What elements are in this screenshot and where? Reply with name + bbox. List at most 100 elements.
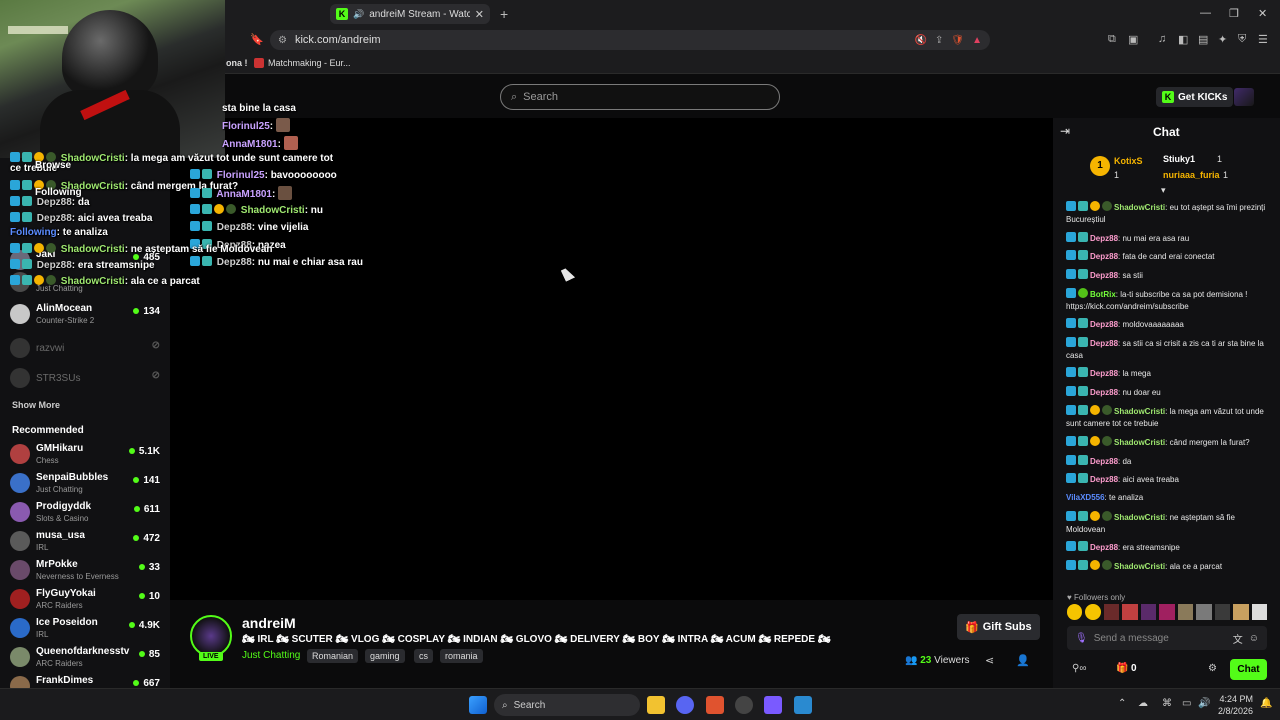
bookmark-icon[interactable]: 🔖 (250, 33, 264, 46)
sidebar-item-prodigyddk[interactable]: Prodigyddk Slots & Casino 611 (10, 500, 160, 526)
mute-site-icon[interactable]: 🔇 (915, 35, 927, 46)
emote-icon[interactable] (1159, 604, 1175, 620)
expand-gifters-icon[interactable]: ▾ (1161, 185, 1166, 196)
rewards-icon[interactable]: ▲ (972, 35, 982, 46)
sidebar-item-frankdimes[interactable]: FrankDimes 667 (10, 674, 160, 688)
discord-icon[interactable] (676, 696, 694, 714)
chat-username[interactable]: ShadowCristi (1114, 203, 1165, 212)
tag-romanian[interactable]: Romanian (307, 649, 359, 663)
system-clock[interactable]: 4:24 PM 2/8/2026 (1218, 693, 1253, 717)
chat-username[interactable]: Depz88 (1090, 457, 1118, 466)
sidebar-toggle-icon[interactable]: ◧ (1178, 33, 1188, 46)
chat-settings-icon[interactable]: ⚙ (1208, 663, 1217, 674)
bookmark-partial[interactable]: ona ! (226, 58, 248, 68)
menu-icon[interactable]: ☰ (1258, 33, 1268, 46)
translate-icon[interactable]: 文 (1233, 631, 1243, 646)
sidebar-item-senpaibubbles[interactable]: SenpaiBubbles Just Chatting 141 (10, 471, 160, 497)
chat-username[interactable]: BotRix (1090, 290, 1116, 299)
brave-browser-icon[interactable] (706, 696, 724, 714)
chat-username[interactable]: ShadowCristi (1114, 407, 1165, 416)
wallet-icon[interactable]: ▤ (1198, 33, 1208, 46)
speaker-icon[interactable]: 🔊 (353, 9, 364, 20)
obs-icon[interactable] (764, 696, 782, 714)
emote-icon[interactable] (1140, 604, 1157, 620)
sidebar-item-ice-poseidon[interactable]: Ice Poseidon IRL 4.9K (10, 616, 160, 642)
video-player[interactable] (170, 118, 1053, 600)
chat-username[interactable]: Depz88 (1090, 339, 1118, 348)
windows-start-icon[interactable] (469, 696, 487, 714)
chat-username[interactable]: Depz88 (1090, 369, 1118, 378)
follow-icon[interactable]: 👤 (1016, 654, 1030, 667)
taskbar-search[interactable]: ⌕ Search (494, 694, 640, 716)
chat-username[interactable]: Depz88 (1090, 543, 1118, 552)
chat-send-button[interactable]: Chat (1230, 659, 1267, 680)
chat-message-input[interactable]: 🎙 Send a message 文 ☺ (1067, 626, 1267, 650)
gift-subs-button[interactable]: 🎁 Gift Subs (957, 614, 1040, 640)
network-icon[interactable]: ⌘ (1162, 698, 1172, 709)
show-more-link[interactable]: Show More (12, 400, 60, 410)
leo-ai-icon[interactable]: ✦ (1218, 33, 1227, 46)
site-settings-icon[interactable]: ⚙ (278, 35, 287, 46)
new-tab-icon[interactable]: + (500, 6, 508, 22)
gift-icon[interactable]: 🎁 (1116, 663, 1128, 674)
bookmark-matchmaking[interactable]: Matchmaking - Eur... (268, 58, 351, 68)
sidebar-item-str3sus[interactable]: STR3SUs ⊘ (10, 366, 160, 392)
channel-avatar[interactable] (190, 615, 232, 657)
chat-username[interactable]: ShadowCristi (1114, 513, 1165, 522)
emote-icon[interactable] (1067, 604, 1083, 620)
notification-icon[interactable]: 🔔 (1260, 698, 1272, 709)
brave-shield-icon[interactable]: 🛡 (951, 35, 964, 46)
chat-username[interactable]: Depz88 (1090, 320, 1118, 329)
volume-icon[interactable]: 🔊 (1198, 698, 1210, 709)
chat-username[interactable]: ShadowCristi (1114, 562, 1165, 571)
screenshot-icon[interactable]: ▣ (1128, 33, 1138, 46)
sidebar-item-queenofdarknesstv[interactable]: Queenofdarknesstv ARC Raiders 85 (10, 645, 160, 671)
share-icon[interactable]: ⋖ (985, 654, 994, 667)
tag-gaming[interactable]: gaming (365, 649, 405, 663)
emote-icon[interactable] (1233, 604, 1249, 620)
emote-icon[interactable] (1085, 604, 1101, 620)
gifter-name[interactable]: KotixS (1114, 156, 1143, 166)
url-field[interactable]: ⚙ kick.com/andreim 🔇 ⇪ 🛡 ▲ (270, 30, 990, 50)
chat-username[interactable]: Depz88 (1090, 475, 1118, 484)
file-explorer-icon[interactable] (647, 696, 665, 714)
tag-cs[interactable]: cs (414, 649, 433, 663)
minimize-icon[interactable]: — (1200, 7, 1211, 19)
get-kicks-button[interactable]: K Get KICKs (1156, 87, 1234, 107)
tray-app-icon[interactable]: ☁ (1138, 698, 1148, 709)
emote-icon[interactable] (1214, 604, 1231, 620)
microphone-icon[interactable]: 🎙 (1075, 633, 1088, 644)
search-input[interactable]: ⌕ Search (500, 84, 780, 110)
tag-romania[interactable]: romania (440, 649, 483, 663)
tray-chevron-icon[interactable]: ⌃ (1118, 698, 1126, 709)
steam-icon[interactable] (735, 696, 753, 714)
sidebar-item-musa-usa[interactable]: musa_usa IRL 472 (10, 529, 160, 555)
chat-username[interactable]: ShadowCristi (1114, 438, 1165, 447)
channel-name[interactable]: andreiM (242, 615, 296, 631)
chat-username[interactable]: Depz88 (1090, 388, 1118, 397)
emote-icon[interactable] (1196, 604, 1212, 620)
gifter-name[interactable]: Stiuky1 (1163, 154, 1195, 164)
sidebar-following[interactable]: Following (35, 187, 82, 198)
extensions-icon[interactable]: ⧉ (1108, 33, 1116, 46)
sidebar-item-razvwi[interactable]: razvwi ⊘ (10, 336, 160, 362)
user-avatar[interactable] (1234, 88, 1254, 106)
browser-tab[interactable]: K 🔊 andreiM Stream - Watch Live ✕ (330, 4, 490, 24)
photos-icon[interactable] (794, 696, 812, 714)
chat-username[interactable]: Depz88 (1090, 271, 1118, 280)
sidebar-browse[interactable]: Browse (35, 160, 71, 171)
emote-icon[interactable] (1177, 604, 1194, 620)
emoji-icon[interactable]: ☺ (1249, 633, 1259, 644)
stream-category[interactable]: Just Chatting (242, 650, 300, 661)
share-icon[interactable]: ⇪ (935, 35, 943, 46)
sidebar-item-alinmocean[interactable]: AlinMocean Counter-Strike 2 134 (10, 302, 160, 328)
emote-icon[interactable] (1122, 604, 1138, 620)
restore-icon[interactable]: ❐ (1229, 7, 1239, 20)
chat-username[interactable]: VilaXD556 (1066, 493, 1105, 502)
close-tab-icon[interactable]: ✕ (475, 8, 484, 21)
kicks-action-icon[interactable]: ⚲∞ (1072, 663, 1086, 674)
emote-icon[interactable] (1103, 604, 1120, 620)
sidebar-item-flyguyyokai[interactable]: FlyGuyYokai ARC Raiders 10 (10, 587, 160, 613)
sidebar-item-gmhikaru[interactable]: GMHikaru Chess 5.1K (10, 442, 160, 468)
vpn-icon[interactable]: ⛨ (1238, 33, 1246, 46)
